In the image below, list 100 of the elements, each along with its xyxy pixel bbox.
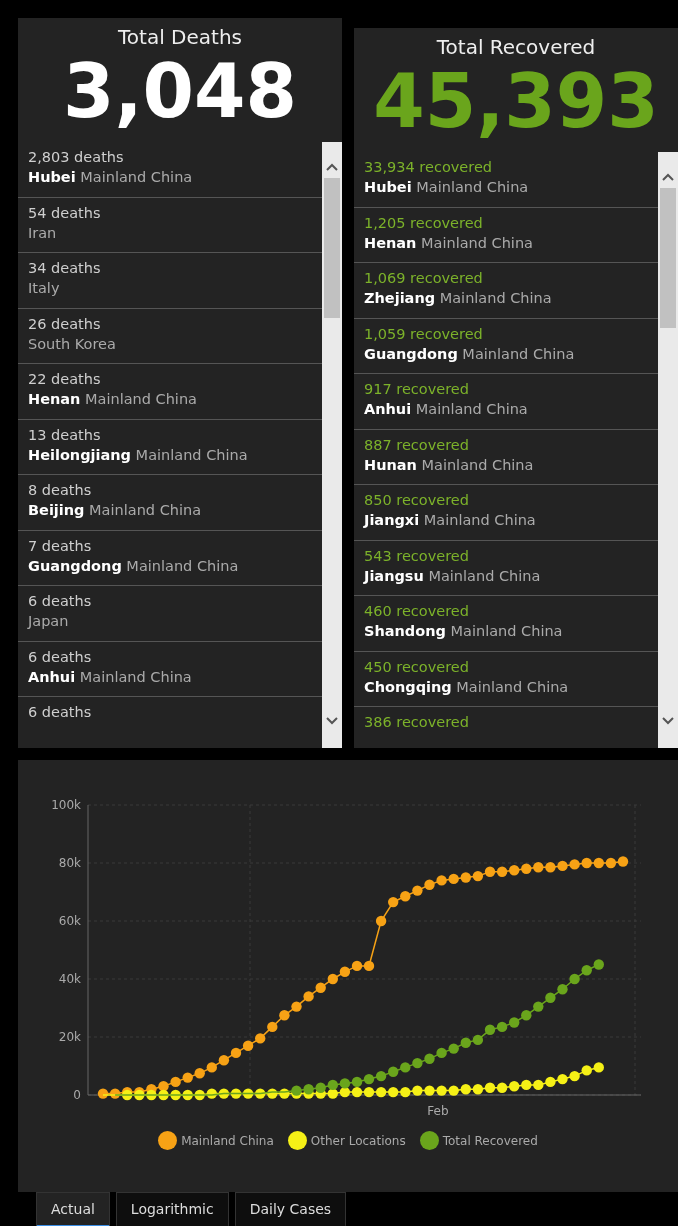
data-point xyxy=(170,1076,181,1088)
count-text: 26 deaths xyxy=(28,314,102,334)
data-point xyxy=(194,1089,205,1101)
data-point xyxy=(460,872,471,883)
x-axis-label: Feb xyxy=(427,1104,449,1118)
data-point xyxy=(509,865,520,876)
place-text: South Korea xyxy=(28,334,117,354)
chart-tab[interactable]: Daily Cases xyxy=(234,1192,347,1226)
data-point xyxy=(230,1088,242,1099)
data-point xyxy=(424,879,435,890)
scroll-thumb[interactable] xyxy=(660,188,676,328)
data-point xyxy=(182,1072,193,1083)
data-point xyxy=(545,1076,556,1088)
data-point xyxy=(327,1079,338,1091)
data-point xyxy=(460,1037,471,1048)
data-point xyxy=(351,960,363,972)
place-text: Henan Mainland China xyxy=(28,390,198,409)
data-point xyxy=(351,1086,363,1098)
place-text: Zhejiang Mainland China xyxy=(364,289,553,308)
data-point xyxy=(375,1070,387,1082)
legend-dot xyxy=(419,1131,439,1150)
data-point xyxy=(206,1088,217,1099)
data-point xyxy=(400,891,411,902)
count-text: 6 deaths xyxy=(28,647,93,667)
data-point xyxy=(472,1034,484,1046)
y-tick-label: 40k xyxy=(58,972,81,986)
data-point xyxy=(545,992,556,1003)
place-text: Chongqing Mainland China xyxy=(364,677,570,697)
scroll-thumb[interactable] xyxy=(324,178,340,318)
data-point xyxy=(218,1055,230,1066)
y-tick-label: 20k xyxy=(58,1030,81,1044)
data-point xyxy=(557,984,568,995)
data-point xyxy=(424,1085,435,1096)
count-text: 34 deaths xyxy=(28,259,102,278)
data-point xyxy=(315,982,326,993)
data-point xyxy=(170,1089,181,1101)
data-point xyxy=(230,1047,242,1059)
count-text: 54 deaths xyxy=(28,203,102,223)
data-point xyxy=(484,1082,496,1093)
data-point xyxy=(303,991,314,1002)
data-point xyxy=(545,862,556,873)
data-point xyxy=(605,857,617,869)
data-point xyxy=(593,959,604,970)
scroll-up-icon[interactable] xyxy=(325,162,339,172)
place-text: Guangdong Mainland China xyxy=(28,556,240,576)
place-text: Heilongjiang Mainland China xyxy=(28,445,249,465)
data-point xyxy=(327,1088,338,1099)
place-text: Anhui Mainland China xyxy=(364,400,529,419)
data-point xyxy=(569,973,580,985)
data-point xyxy=(303,1084,314,1095)
y-tick-label: 80k xyxy=(58,856,81,870)
data-point xyxy=(97,1088,109,1099)
count-text: 2,803 deaths xyxy=(28,148,125,167)
place-text: Guangdong Mainland China xyxy=(364,344,576,364)
data-point xyxy=(424,1053,435,1064)
data-point xyxy=(109,1088,121,1099)
chart-tab[interactable]: Logarithmic xyxy=(115,1192,229,1226)
data-point xyxy=(412,1085,423,1096)
data-point xyxy=(327,973,338,985)
data-point xyxy=(363,1073,375,1085)
place-text: Italy xyxy=(28,279,61,298)
total-number: 3,048 xyxy=(61,52,299,136)
data-point xyxy=(194,1068,205,1079)
place-text: Anhui Mainland China xyxy=(28,667,193,687)
legend-label: Total Recovered xyxy=(442,1132,538,1150)
count-text: 543 recovered xyxy=(364,546,470,566)
data-point xyxy=(593,1062,604,1073)
data-point xyxy=(557,1073,568,1085)
data-point xyxy=(146,1089,157,1101)
count-text: 7 deaths xyxy=(28,536,93,556)
place-text: Beijing Mainland China xyxy=(28,501,203,520)
scrollbar[interactable] xyxy=(322,142,342,748)
count-text: 1,059 recovered xyxy=(364,324,484,344)
data-point xyxy=(436,1085,447,1096)
legend-label: Other Locations xyxy=(310,1132,406,1150)
data-point xyxy=(496,1021,508,1033)
legend-dot xyxy=(158,1131,178,1150)
scroll-down-icon[interactable] xyxy=(661,716,675,726)
scroll-up-icon[interactable] xyxy=(661,172,675,182)
scroll-down-icon[interactable] xyxy=(325,716,339,726)
data-point xyxy=(158,1081,169,1092)
data-point xyxy=(617,856,629,867)
data-point xyxy=(472,1084,484,1095)
scrollbar[interactable] xyxy=(658,152,678,748)
place-text: Hubei Mainland China xyxy=(28,168,194,187)
data-point xyxy=(412,885,423,896)
chart-tab[interactable]: Actual xyxy=(36,1192,110,1226)
data-point xyxy=(206,1062,217,1073)
count-text: 917 recovered xyxy=(364,380,470,399)
data-point xyxy=(448,1085,459,1096)
data-point xyxy=(581,965,592,976)
count-text: 33,934 recovered xyxy=(364,158,494,177)
data-point xyxy=(460,1084,471,1095)
data-point xyxy=(388,1086,399,1098)
data-point xyxy=(569,1070,580,1082)
place-text: Henan Mainland China xyxy=(364,233,534,253)
count-text: 22 deaths xyxy=(28,370,102,389)
data-point xyxy=(496,1082,508,1093)
data-point xyxy=(412,1057,423,1069)
data-point xyxy=(375,915,387,927)
